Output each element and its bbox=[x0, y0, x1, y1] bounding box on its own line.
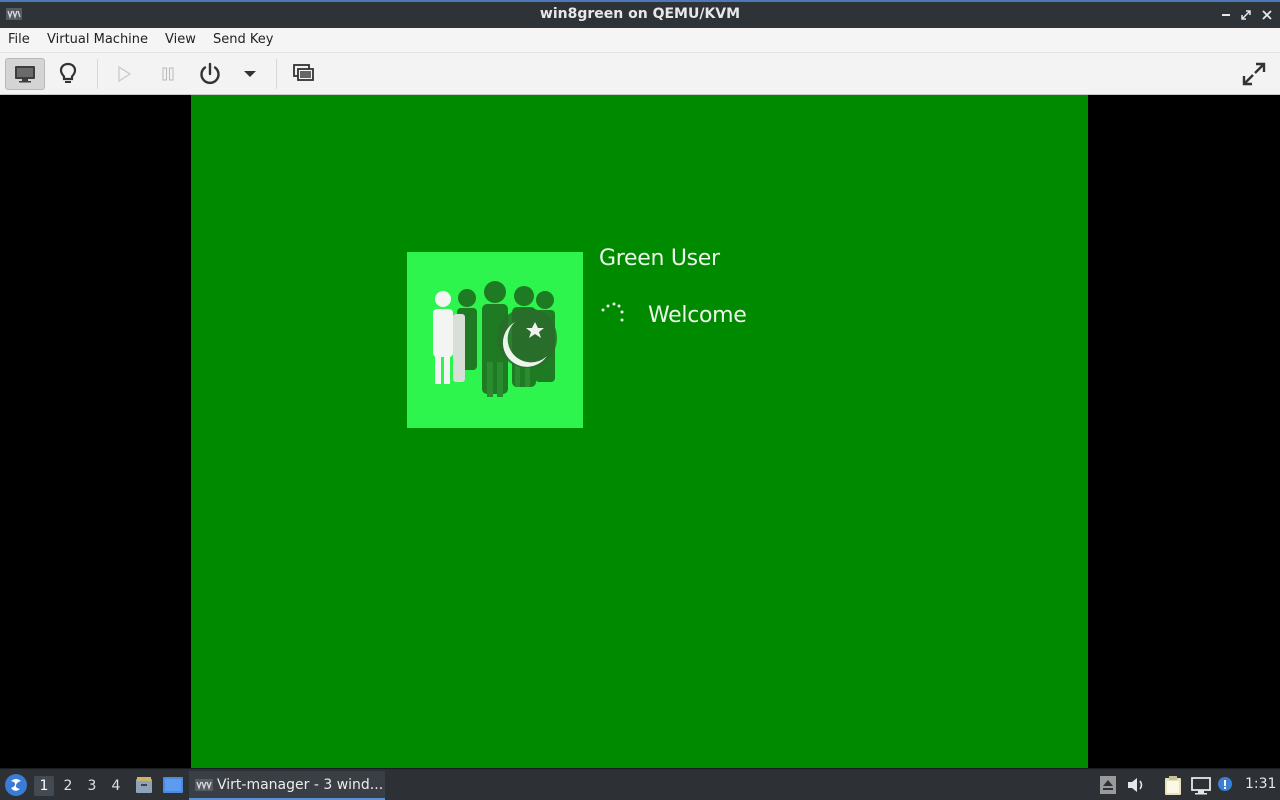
start-menu-icon[interactable] bbox=[4, 773, 28, 797]
user-name: Green User bbox=[599, 246, 720, 271]
toolbar-separator bbox=[276, 59, 277, 89]
toolbar bbox=[0, 52, 1280, 95]
workspace-3[interactable]: 3 bbox=[82, 776, 102, 796]
details-button[interactable] bbox=[48, 58, 88, 90]
snapshots-button[interactable] bbox=[284, 58, 324, 90]
shutdown-menu-button[interactable] bbox=[230, 58, 270, 90]
status-text: Welcome bbox=[648, 303, 747, 328]
pause-icon bbox=[162, 67, 174, 81]
virt-manager-icon bbox=[195, 779, 213, 791]
minimize-button[interactable] bbox=[1216, 5, 1236, 25]
run-button[interactable] bbox=[104, 58, 144, 90]
fullscreen-button[interactable] bbox=[1234, 58, 1274, 90]
workspace-1[interactable]: 1 bbox=[34, 776, 54, 796]
taskbar: 1 2 3 4 Virt-manager - 3 wind... 1:31 bbox=[0, 768, 1280, 800]
menu-file[interactable]: File bbox=[8, 32, 30, 47]
taskbar-task-virt-manager[interactable]: Virt-manager - 3 wind... bbox=[189, 771, 385, 800]
eject-icon[interactable] bbox=[1097, 775, 1119, 795]
notification-icon[interactable] bbox=[1214, 775, 1236, 795]
volume-icon[interactable] bbox=[1125, 775, 1147, 795]
guest-screen[interactable]: Green User Welcome bbox=[191, 95, 1088, 768]
loading-spinner-icon bbox=[601, 302, 624, 322]
snapshots-icon bbox=[293, 64, 314, 81]
file-manager-icon[interactable] bbox=[134, 775, 154, 795]
menu-virtual-machine[interactable]: Virtual Machine bbox=[47, 32, 148, 47]
user-avatar bbox=[407, 252, 583, 428]
fullscreen-icon bbox=[1242, 62, 1266, 86]
play-icon bbox=[118, 65, 132, 83]
workspace-2[interactable]: 2 bbox=[58, 776, 78, 796]
clock[interactable]: 1:31 bbox=[1245, 776, 1276, 792]
toolbar-separator bbox=[97, 59, 98, 89]
vm-display[interactable]: Green User Welcome bbox=[0, 95, 1280, 768]
maximize-button[interactable] bbox=[1236, 5, 1256, 25]
power-icon bbox=[200, 62, 220, 85]
console-icon bbox=[15, 66, 35, 83]
maximize-icon bbox=[1241, 10, 1251, 20]
close-icon bbox=[1262, 10, 1272, 20]
app-window: win8green on QEMU/KVM File Virtual Machi… bbox=[0, 0, 1280, 800]
menu-view[interactable]: View bbox=[165, 32, 196, 47]
people-group-icon bbox=[433, 281, 557, 397]
shutdown-button[interactable] bbox=[190, 58, 230, 90]
minimize-icon bbox=[1222, 14, 1230, 16]
menu-send-key[interactable]: Send Key bbox=[213, 32, 273, 47]
lightbulb-icon bbox=[59, 62, 77, 83]
clipboard-icon[interactable] bbox=[1162, 775, 1184, 795]
close-button[interactable] bbox=[1257, 5, 1277, 25]
window-title: win8green on QEMU/KVM bbox=[539, 6, 741, 22]
network-icon[interactable] bbox=[1190, 775, 1212, 795]
workspace-4[interactable]: 4 bbox=[106, 776, 126, 796]
pause-button[interactable] bbox=[148, 58, 188, 90]
menu-bar: File Virtual Machine View Send Key bbox=[0, 28, 1280, 52]
title-bar: win8green on QEMU/KVM bbox=[0, 0, 1280, 28]
task-label: Virt-manager - 3 wind... bbox=[217, 777, 384, 793]
console-button[interactable] bbox=[5, 58, 45, 90]
show-desktop-icon[interactable] bbox=[162, 775, 184, 795]
dropdown-arrow-icon bbox=[244, 71, 256, 77]
